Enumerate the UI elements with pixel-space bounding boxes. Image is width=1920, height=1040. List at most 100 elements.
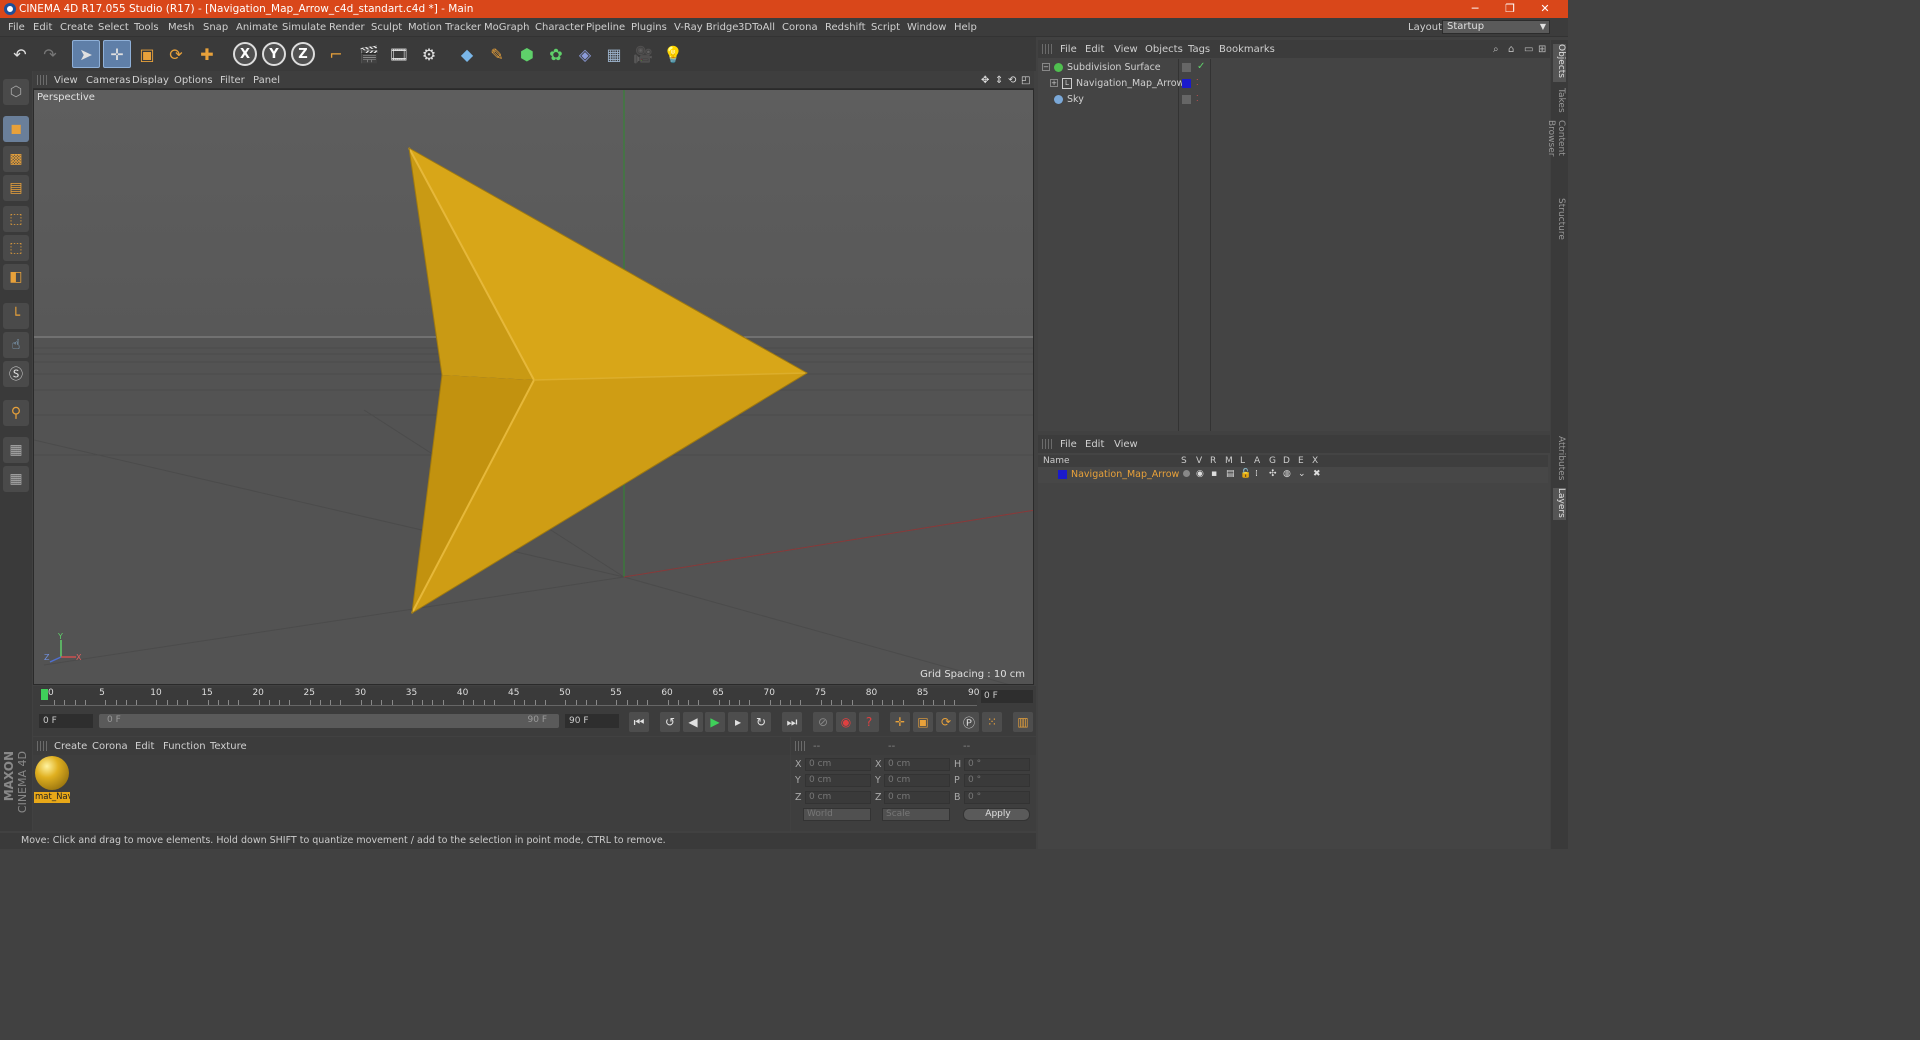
rotate-view-icon[interactable]: ⟲: [1008, 75, 1016, 86]
layer-name[interactable]: Navigation_Map_Arrow: [1071, 469, 1179, 480]
panel-grip-icon[interactable]: [37, 75, 47, 85]
visibility-toggle-icon[interactable]: [1182, 95, 1191, 104]
obj-menu-file[interactable]: File: [1060, 44, 1077, 55]
object-row-navigation-map-arrow[interactable]: + L Navigation_Map_Arrow ⁚: [1038, 76, 1548, 92]
size-y-field[interactable]: 0 cm: [884, 774, 950, 787]
menu-vray-bridge[interactable]: V-Ray Bridge: [674, 22, 738, 33]
eye-icon[interactable]: ◉: [1196, 469, 1204, 479]
col-render[interactable]: R: [1210, 456, 1216, 466]
pen-spline-button[interactable]: ✎: [483, 40, 511, 68]
home-icon[interactable]: ⌂: [1508, 44, 1514, 55]
coordinate-system-button[interactable]: ⌐: [322, 40, 350, 68]
xref-icon[interactable]: ✖: [1313, 469, 1321, 479]
menu-pipeline[interactable]: Pipeline: [586, 22, 625, 33]
close-button[interactable]: ✕: [1538, 2, 1552, 16]
size-z-field[interactable]: 0 cm: [884, 791, 950, 804]
camera-button[interactable]: 🎥: [629, 40, 657, 68]
key-rotation-button[interactable]: ⟳: [936, 712, 956, 732]
obj-menu-objects[interactable]: Objects: [1145, 44, 1183, 55]
menu-tools[interactable]: Tools: [134, 22, 159, 33]
key-scale-button[interactable]: ▣: [913, 712, 933, 732]
vp-menu-view[interactable]: View: [54, 75, 78, 86]
model-mode-button[interactable]: ◼: [3, 116, 29, 142]
apply-button[interactable]: Apply: [963, 808, 1030, 821]
obj-menu-bookmarks[interactable]: Bookmarks: [1219, 44, 1275, 55]
tab-content-browser[interactable]: Content Browser: [1546, 120, 1566, 192]
deformer-icon[interactable]: ◍: [1283, 469, 1291, 479]
tweak-mode-button[interactable]: ☝: [3, 332, 29, 358]
polygons-mode-button[interactable]: ◧: [3, 264, 29, 290]
expand-icon[interactable]: +: [1050, 79, 1058, 87]
render-settings-button[interactable]: ⚙: [415, 40, 443, 68]
tab-objects[interactable]: Objects: [1553, 44, 1566, 82]
x-axis-lock-button[interactable]: X: [233, 42, 257, 66]
make-editable-button[interactable]: ⬡: [3, 79, 29, 105]
mat-menu-function[interactable]: Function: [163, 741, 206, 752]
obj-menu-edit[interactable]: Edit: [1085, 44, 1104, 55]
perspective-viewport[interactable]: Y Z X Perspective Grid Spacing : 10 cm: [33, 89, 1034, 685]
render-picture-viewer-button[interactable]: 🎞: [385, 40, 413, 68]
visibility-dots-icon[interactable]: ⁚: [1196, 94, 1199, 103]
record-keys-button[interactable]: ⊘: [813, 712, 833, 732]
menu-file[interactable]: File: [8, 22, 25, 33]
solo-button[interactable]: Ⓢ: [3, 361, 29, 387]
subdivision-surface-button[interactable]: ⬢: [513, 40, 541, 68]
pos-z-field[interactable]: 0 cm: [805, 791, 871, 804]
timeline-window-button[interactable]: ▥: [1013, 712, 1033, 732]
menu-redshift[interactable]: Redshift: [825, 22, 866, 33]
col-view[interactable]: V: [1196, 456, 1202, 466]
vp-menu-options[interactable]: Options: [174, 75, 213, 86]
autokey-button[interactable]: ◉: [836, 712, 856, 732]
menu-motion-tracker[interactable]: Motion Tracker: [408, 22, 481, 33]
live-selection-button[interactable]: ➤: [72, 40, 100, 68]
menu-animate[interactable]: Animate: [236, 22, 278, 33]
col-expressions[interactable]: E: [1298, 456, 1304, 466]
col-xref[interactable]: X: [1312, 456, 1318, 466]
next-frame-button[interactable]: ▸: [728, 712, 748, 732]
light-button[interactable]: 💡: [659, 40, 687, 68]
maximize-view-icon[interactable]: ◰: [1021, 75, 1030, 86]
panel-grip-icon[interactable]: [1042, 439, 1052, 449]
snap-button[interactable]: ⚲: [3, 400, 29, 426]
mat-menu-texture[interactable]: Texture: [210, 741, 247, 752]
scale-mode-dropdown[interactable]: Scale: [882, 808, 950, 821]
menu-mograph[interactable]: MoGraph: [484, 22, 529, 33]
panel-grip-icon[interactable]: [795, 741, 805, 751]
menu-script[interactable]: Script: [871, 22, 900, 33]
layer-menu-edit[interactable]: Edit: [1085, 439, 1104, 450]
lock-icon[interactable]: 🔓: [1240, 469, 1251, 479]
grid-lock-button[interactable]: ▦: [3, 437, 29, 463]
previous-key-button[interactable]: ↺: [660, 712, 680, 732]
animation-icon[interactable]: ⁞: [1255, 469, 1258, 479]
col-solo[interactable]: S: [1181, 456, 1187, 466]
collapse-icon[interactable]: −: [1042, 63, 1050, 71]
layer-color-swatch[interactable]: [1058, 470, 1067, 479]
layer-row[interactable]: Navigation_Map_Arrow ◉ ▪ ▤ 🔓 ⁞ ✣ ◍ ⌄ ✖: [1038, 467, 1548, 483]
points-mode-button[interactable]: ⬚: [3, 206, 29, 232]
size-x-field[interactable]: 0 cm: [884, 758, 950, 771]
menu-character[interactable]: Character: [535, 22, 584, 33]
menu-mesh[interactable]: Mesh: [168, 22, 194, 33]
go-to-start-button[interactable]: ⏮: [629, 712, 649, 732]
col-deformers[interactable]: D: [1283, 456, 1290, 466]
minimize-button[interactable]: ─: [1468, 2, 1482, 16]
layer-color-icon[interactable]: [1182, 79, 1191, 88]
render-view-button[interactable]: 🎬: [355, 40, 383, 68]
generator-icon[interactable]: ✣: [1269, 469, 1277, 479]
vp-menu-panel[interactable]: Panel: [253, 75, 280, 86]
minimize-panel-icon[interactable]: ▭: [1524, 44, 1533, 55]
tab-layers[interactable]: Layers: [1553, 488, 1566, 520]
tab-attributes[interactable]: Attributes: [1553, 436, 1566, 482]
pan-view-icon[interactable]: ✥: [981, 75, 989, 86]
workplane-button[interactable]: ▤: [3, 175, 29, 201]
pos-y-field[interactable]: 0 cm: [805, 774, 871, 787]
layer-menu-view[interactable]: View: [1114, 439, 1138, 450]
cube-object-button[interactable]: ◆: [453, 40, 481, 68]
vp-menu-display[interactable]: Display: [132, 75, 169, 86]
y-axis-lock-button[interactable]: Y: [262, 42, 286, 66]
previous-frame-button[interactable]: ◀: [683, 712, 703, 732]
mat-menu-edit[interactable]: Edit: [135, 741, 154, 752]
play-button[interactable]: ▶: [705, 712, 725, 732]
manager-icon[interactable]: ▤: [1226, 469, 1235, 479]
frame-range-slider[interactable]: 0 F 90 F: [99, 714, 559, 728]
